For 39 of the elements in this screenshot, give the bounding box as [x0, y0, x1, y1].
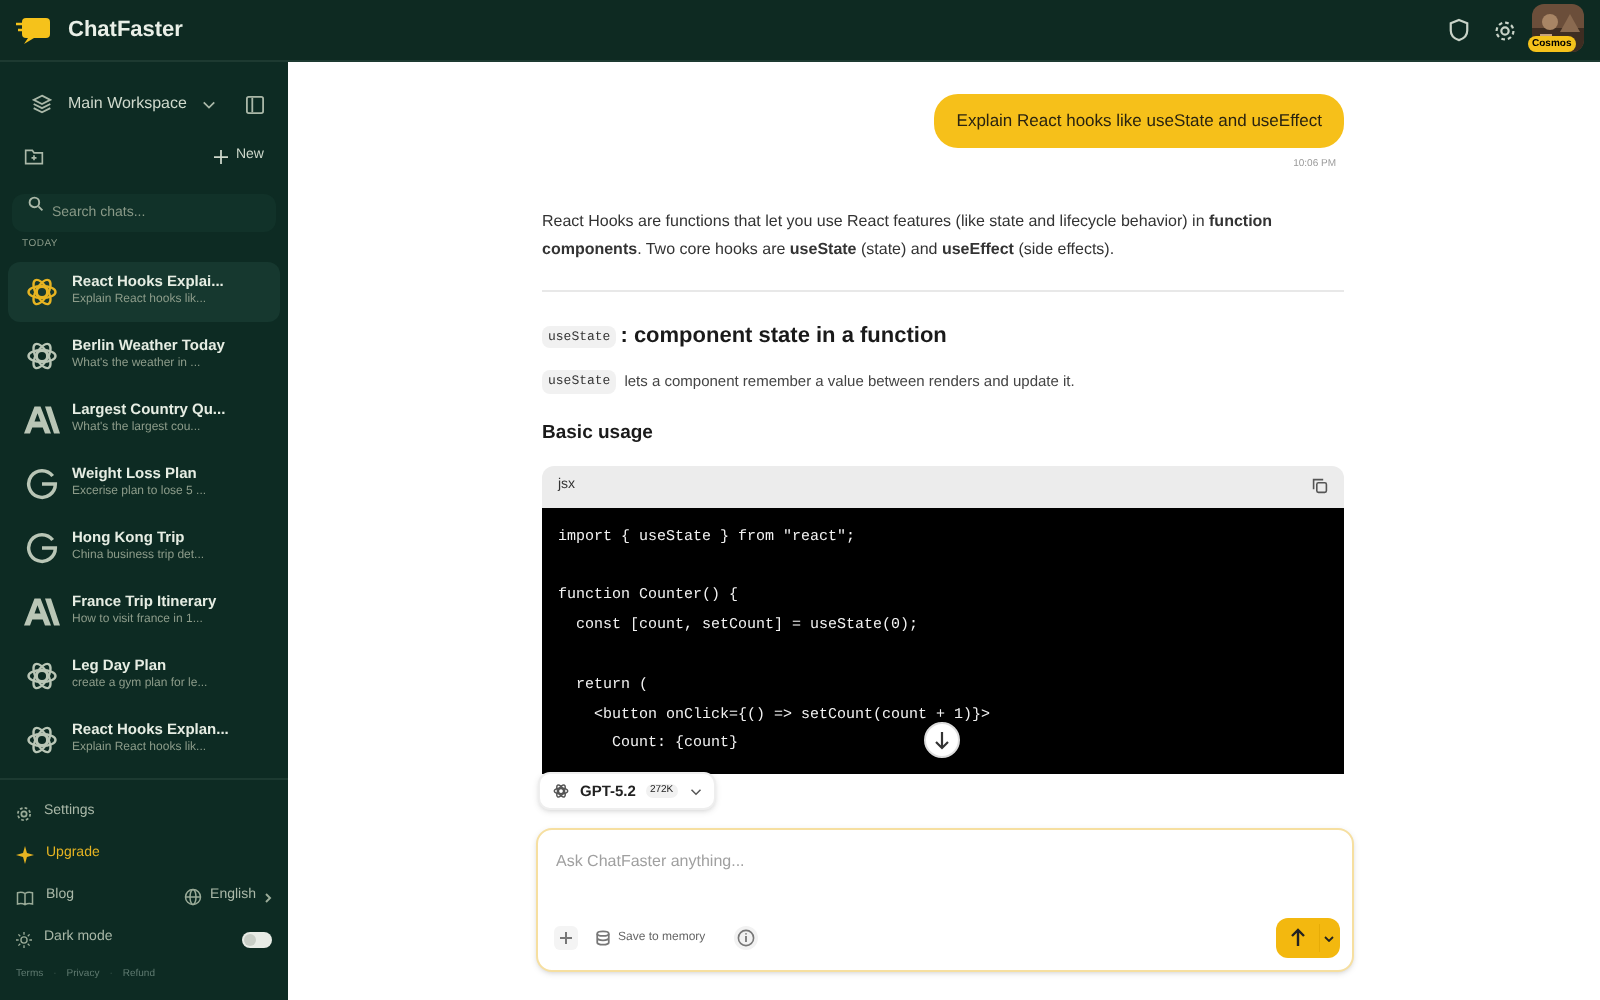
search-icon [28, 196, 44, 212]
settings-icon [16, 805, 32, 821]
sun-icon [16, 931, 32, 947]
copy-icon[interactable] [1312, 478, 1328, 495]
settings-icon[interactable] [1494, 19, 1516, 41]
a-slash-icon [24, 405, 60, 433]
layers-icon [32, 94, 52, 114]
plus-icon [213, 149, 228, 163]
knot-icon [552, 782, 570, 800]
g-letter-icon [26, 531, 58, 563]
answer-paragraph: React Hooks are functions that let you use React features (like state and lifecycle behavior) in function components. Two core hooks are useState (state) and useEffect (side effects). [542, 210, 1275, 263]
shield-icon[interactable] [1448, 18, 1470, 42]
caret-icon [1324, 935, 1334, 941]
knot-icon [24, 273, 60, 309]
a-slash-icon [24, 597, 60, 625]
database-icon [596, 930, 610, 946]
chat-bubble-logo-icon [16, 16, 52, 44]
sidebar-toggle-icon[interactable] [246, 95, 264, 113]
folder-plus-icon[interactable] [24, 147, 44, 165]
message-input[interactable]: Ask ChatFaster anything... [556, 846, 1316, 874]
user-message: Explain React hooks like useState and useEffect [934, 94, 1344, 148]
subheading: Basic usage [542, 419, 655, 447]
send-button[interactable] [1276, 918, 1340, 958]
knot-icon [24, 657, 60, 693]
dark-mode-toggle[interactable] [242, 931, 272, 947]
app-name: ChatFaster [68, 15, 183, 46]
g-letter-icon [26, 467, 58, 499]
plus-icon[interactable] [554, 926, 578, 950]
chevron-down-icon [202, 99, 217, 109]
sparkle-icon [16, 846, 34, 864]
chevron-right-icon [264, 891, 272, 903]
chevron-down-icon [689, 787, 702, 795]
knot-icon [24, 337, 60, 373]
knot-icon [24, 721, 60, 757]
globe-icon [184, 888, 203, 906]
section-heading: : component state in a function [620, 322, 947, 353]
book-icon [16, 889, 34, 905]
scroll-down-icon[interactable] [924, 722, 960, 758]
workspace-dropdown[interactable]: Main Workspace [68, 92, 217, 116]
